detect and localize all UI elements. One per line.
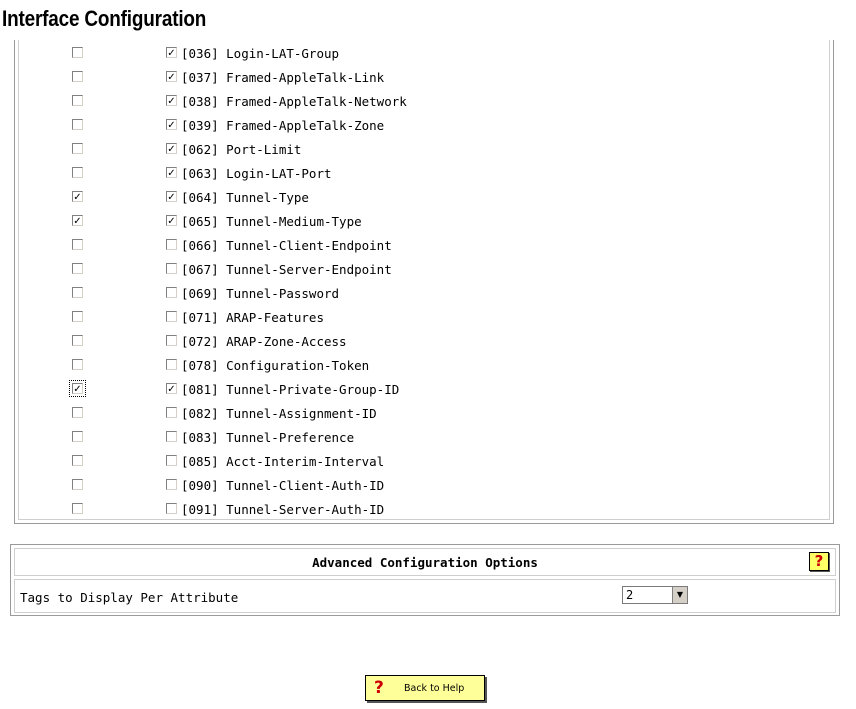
attribute-right-checkbox[interactable] xyxy=(166,143,177,154)
attribute-right-checkbox[interactable] xyxy=(166,479,177,490)
attribute-left-checkbox[interactable] xyxy=(72,287,83,298)
attribute-right-checkbox[interactable] xyxy=(166,359,177,370)
advanced-options-panel: Advanced Configuration Options ? Tags to… xyxy=(10,544,840,616)
attribute-label: [062] Port-Limit xyxy=(181,142,302,157)
attribute-right-checkbox[interactable] xyxy=(166,431,177,442)
attribute-label: [039] Framed-AppleTalk-Zone xyxy=(181,118,385,133)
attribute-left-checkbox[interactable] xyxy=(72,167,83,178)
attribute-right-checkbox[interactable] xyxy=(166,167,177,178)
attribute-label: [078] Configuration-Token xyxy=(181,358,370,373)
attribute-left-checkbox[interactable] xyxy=(72,215,83,226)
attribute-left-checkbox[interactable] xyxy=(69,380,86,397)
back-to-help-button[interactable]: ? Back to Help xyxy=(365,675,485,701)
attribute-label: [067] Tunnel-Server-Endpoint xyxy=(181,262,392,277)
tags-per-attribute-value: 2 xyxy=(626,588,634,602)
attribute-right-checkbox[interactable] xyxy=(166,239,177,250)
attribute-label: [064] Tunnel-Type xyxy=(181,190,309,205)
attribute-right-checkbox[interactable] xyxy=(166,407,177,418)
attribute-label: [090] Tunnel-Client-Auth-ID xyxy=(181,478,385,493)
attribute-right-checkbox[interactable] xyxy=(166,119,177,130)
attribute-row: [039] Framed-AppleTalk-Zone xyxy=(19,116,829,140)
attribute-right-checkbox[interactable] xyxy=(166,455,177,466)
attribute-row: [066] Tunnel-Client-Endpoint xyxy=(19,236,829,260)
attribute-row: [036] Login-LAT-Group xyxy=(19,44,829,68)
attribute-left-checkbox[interactable] xyxy=(72,71,83,82)
attribute-list: [036] Login-LAT-Group [037] Framed-AppleT… xyxy=(18,40,830,520)
attribute-label: [083] Tunnel-Preference xyxy=(181,430,355,445)
attribute-left-checkbox[interactable] xyxy=(72,239,83,250)
attribute-label: [085] Acct-Interim-Interval xyxy=(181,454,385,469)
attribute-right-checkbox[interactable] xyxy=(166,263,177,274)
chevron-down-icon[interactable]: ▼ xyxy=(672,587,687,603)
attribute-right-checkbox[interactable] xyxy=(166,47,177,58)
advanced-options-title: Advanced Configuration Options xyxy=(312,555,538,570)
attribute-row: [071] ARAP-Features xyxy=(19,308,829,332)
attribute-right-checkbox[interactable] xyxy=(166,335,177,346)
attribute-right-checkbox[interactable] xyxy=(166,191,177,202)
attribute-right-checkbox[interactable] xyxy=(166,383,177,394)
attribute-label: [037] Framed-AppleTalk-Link xyxy=(181,70,385,85)
attribute-right-checkbox[interactable] xyxy=(166,311,177,322)
attribute-left-checkbox[interactable] xyxy=(72,263,83,274)
attribute-row: [082] Tunnel-Assignment-ID xyxy=(19,404,829,428)
attribute-label: [072] ARAP-Zone-Access xyxy=(181,334,347,349)
attribute-row: [085] Acct-Interim-Interval xyxy=(19,452,829,476)
attribute-left-checkbox[interactable] xyxy=(72,191,83,202)
attribute-right-checkbox[interactable] xyxy=(166,503,177,514)
tags-per-attribute-select[interactable]: 2 ▼ xyxy=(622,586,688,604)
attribute-list-panel: [036] Login-LAT-Group [037] Framed-AppleT… xyxy=(14,40,834,524)
attribute-left-checkbox[interactable] xyxy=(72,143,83,154)
attribute-label: [069] Tunnel-Password xyxy=(181,286,340,301)
attribute-label: [091] Tunnel-Server-Auth-ID xyxy=(181,502,385,517)
attribute-label: [066] Tunnel-Client-Endpoint xyxy=(181,238,392,253)
attribute-row: [083] Tunnel-Preference xyxy=(19,428,829,452)
attribute-right-checkbox[interactable] xyxy=(166,215,177,226)
attribute-row: [081] Tunnel-Private-Group-ID xyxy=(19,380,829,404)
question-mark-icon: ? xyxy=(374,678,384,698)
attribute-left-checkbox[interactable] xyxy=(72,407,83,418)
attribute-label: [038] Framed-AppleTalk-Network xyxy=(181,94,407,109)
attribute-left-checkbox[interactable] xyxy=(72,47,83,58)
attribute-label: [036] Login-LAT-Group xyxy=(181,46,340,61)
attribute-left-checkbox[interactable] xyxy=(72,335,83,346)
attribute-row: [072] ARAP-Zone-Access xyxy=(19,332,829,356)
attribute-label: [071] ARAP-Features xyxy=(181,310,324,325)
attribute-left-checkbox[interactable] xyxy=(72,431,83,442)
attribute-row: [067] Tunnel-Server-Endpoint xyxy=(19,260,829,284)
attribute-row: [065] Tunnel-Medium-Type xyxy=(19,212,829,236)
attribute-row: [038] Framed-AppleTalk-Network xyxy=(19,92,829,116)
attribute-row: [090] Tunnel-Client-Auth-ID xyxy=(19,476,829,500)
attribute-label: [081] Tunnel-Private-Group-ID xyxy=(181,382,400,397)
attribute-row: [091] Tunnel-Server-Auth-ID xyxy=(19,500,829,524)
attribute-row: [069] Tunnel-Password xyxy=(19,284,829,308)
attribute-label: [063] Login-LAT-Port xyxy=(181,166,332,181)
back-to-help-label: Back to Help xyxy=(404,683,465,694)
question-mark-icon[interactable]: ? xyxy=(809,552,829,571)
attribute-row: [037] Framed-AppleTalk-Link xyxy=(19,68,829,92)
attribute-left-checkbox[interactable] xyxy=(72,359,83,370)
advanced-options-header: Advanced Configuration Options ? xyxy=(14,548,836,576)
attribute-right-checkbox[interactable] xyxy=(166,95,177,106)
attribute-row: [063] Login-LAT-Port xyxy=(19,164,829,188)
tags-per-attribute-row: Tags to Display Per Attribute 2 ▼ xyxy=(14,579,836,613)
attribute-left-checkbox[interactable] xyxy=(72,479,83,490)
attribute-left-checkbox[interactable] xyxy=(72,119,83,130)
attribute-label: [065] Tunnel-Medium-Type xyxy=(181,214,362,229)
tags-per-attribute-label: Tags to Display Per Attribute xyxy=(20,590,239,605)
attribute-label: [082] Tunnel-Assignment-ID xyxy=(181,406,377,421)
attribute-left-checkbox[interactable] xyxy=(72,455,83,466)
attribute-left-checkbox[interactable] xyxy=(72,95,83,106)
attribute-row: [064] Tunnel-Type xyxy=(19,188,829,212)
page-title: Interface Configuration xyxy=(2,6,207,31)
attribute-left-checkbox[interactable] xyxy=(72,503,83,514)
attribute-left-checkbox[interactable] xyxy=(72,311,83,322)
attribute-right-checkbox[interactable] xyxy=(166,287,177,298)
attribute-row: [078] Configuration-Token xyxy=(19,356,829,380)
attribute-row: [062] Port-Limit xyxy=(19,140,829,164)
attribute-right-checkbox[interactable] xyxy=(166,71,177,82)
